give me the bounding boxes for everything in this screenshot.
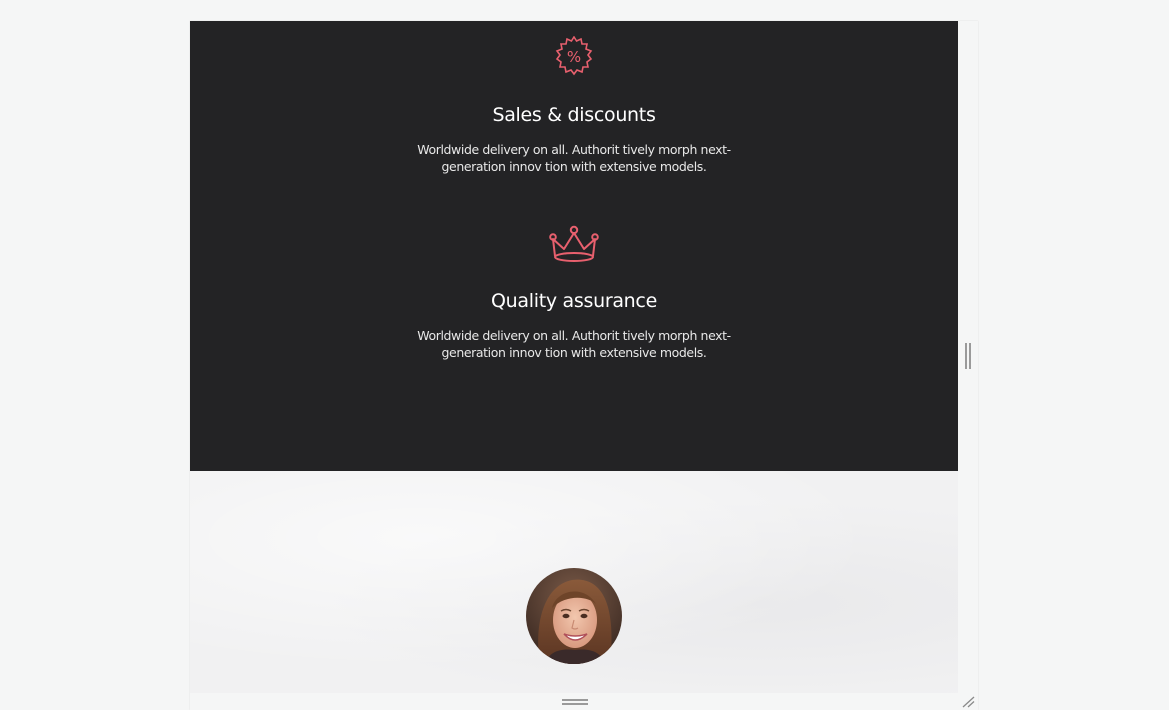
resize-handle-horizontal[interactable] [562, 699, 588, 705]
feature-description: Worldwide delivery on all. Authorit tive… [417, 142, 731, 174]
crown-icon [549, 225, 599, 262]
avatar-photo [526, 568, 622, 664]
resize-handle-vertical[interactable] [965, 343, 971, 369]
resize-corner-grip-icon[interactable] [960, 694, 976, 708]
feature-title: Quality assurance [491, 290, 657, 312]
svg-text:%: % [567, 48, 581, 66]
feature-title: Sales & discounts [492, 104, 656, 126]
features-section: % Sales & discounts Worldwide delivery o… [190, 21, 958, 471]
feature-description: Worldwide delivery on all. Authorit tive… [417, 328, 731, 360]
feature-quality-assurance: Quality assurance Worldwide delivery on … [190, 225, 958, 361]
avatar [526, 568, 622, 664]
feature-sales-discounts: % Sales & discounts Worldwide delivery o… [190, 36, 958, 175]
discount-badge-icon: % [555, 36, 593, 76]
